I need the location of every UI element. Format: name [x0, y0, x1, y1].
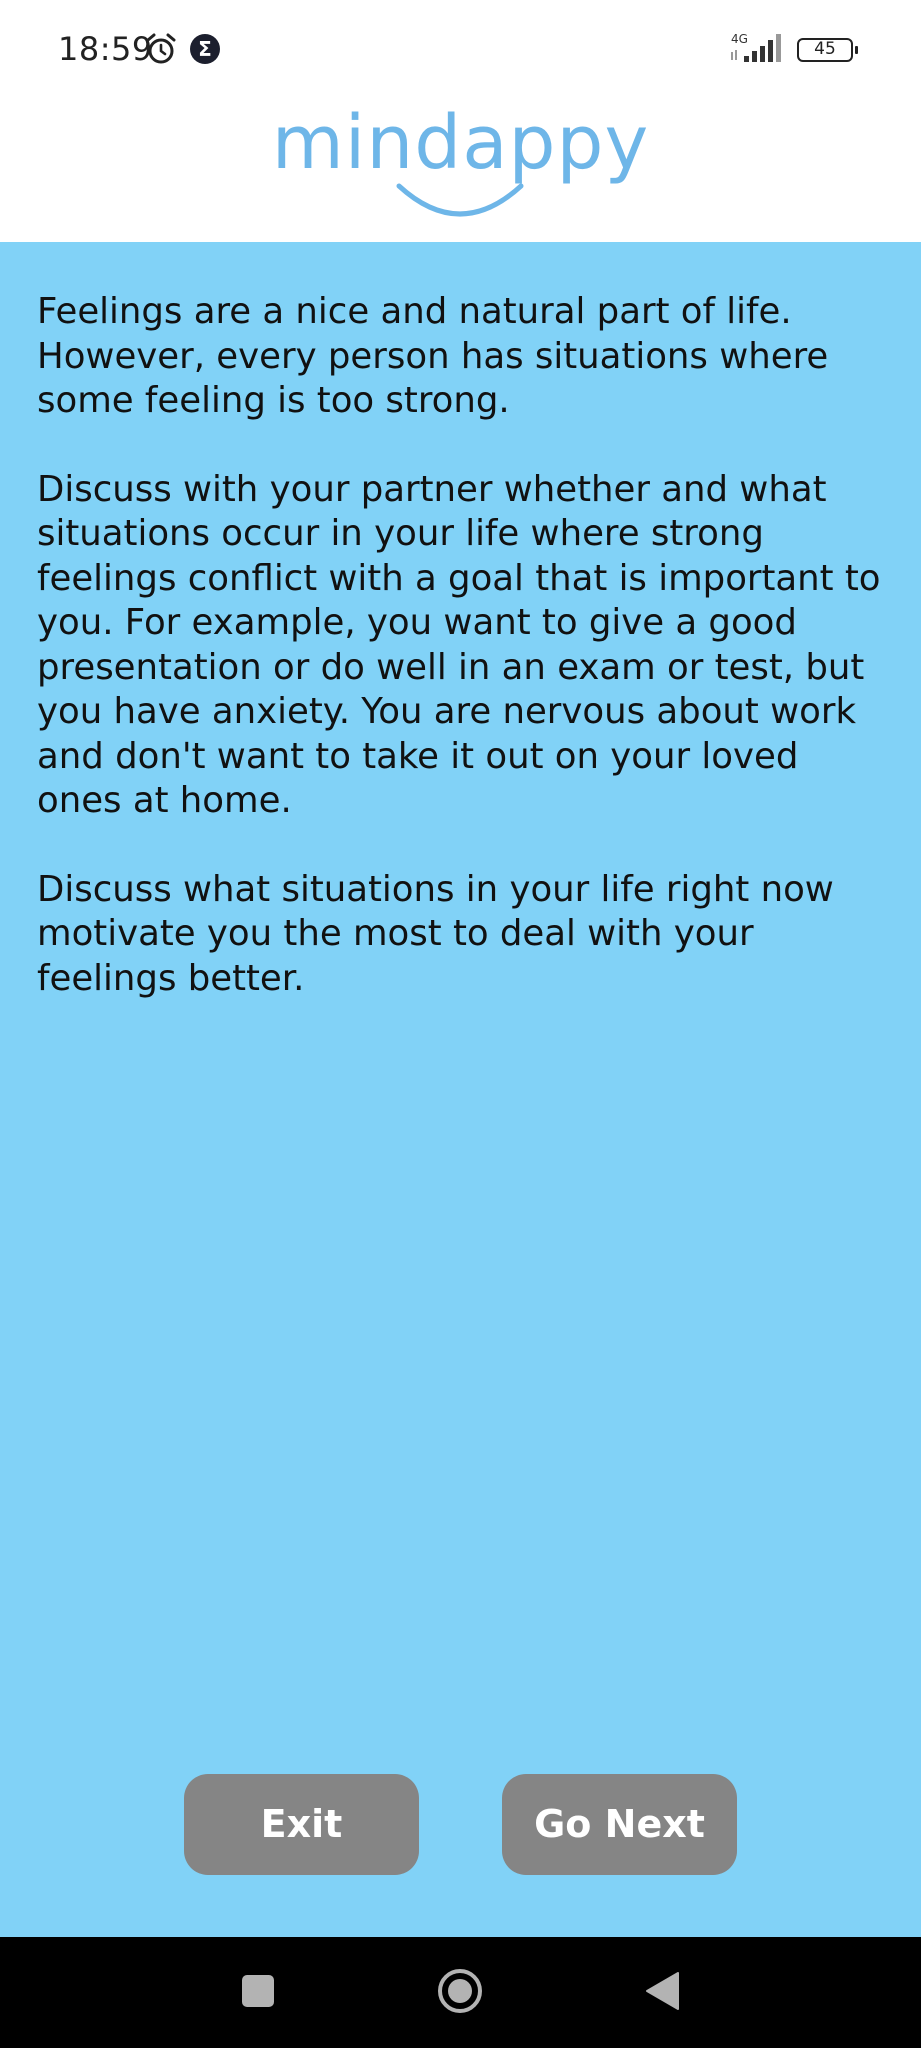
- signal-icon: 4G: [731, 32, 781, 62]
- logo-text: mindappy: [271, 100, 650, 186]
- instruction-paragraph: Feelings are a nice and natural part of …: [37, 291, 829, 421]
- status-bar: 18:59 Σ 4G 45: [0, 0, 921, 100]
- instruction-paragraph: Discuss what situations in your life rig…: [37, 868, 834, 999]
- battery-icon: 45: [797, 38, 858, 62]
- alarm-icon: [146, 33, 176, 64]
- go-next-button[interactable]: Go Next: [502, 1774, 737, 1875]
- network-type-label: 4G: [731, 32, 748, 46]
- recents-icon[interactable]: [242, 1975, 274, 2007]
- battery-level: 45: [814, 39, 836, 59]
- back-icon[interactable]: [644, 1971, 680, 2011]
- navigation-bar: [0, 1937, 921, 2048]
- instruction-content: Feelings are a nice and natural part of …: [37, 290, 887, 1045]
- sigma-icon: Σ: [190, 34, 220, 64]
- exit-button[interactable]: Exit: [184, 1774, 419, 1875]
- mindappy-logo: mindappy: [0, 100, 921, 242]
- home-icon[interactable]: [436, 1967, 484, 2015]
- smile-icon: [396, 183, 524, 217]
- status-time: 18:59: [58, 30, 153, 68]
- instruction-paragraph: Discuss with your partner whether and wh…: [37, 468, 881, 822]
- app-header: mindappy: [0, 100, 921, 242]
